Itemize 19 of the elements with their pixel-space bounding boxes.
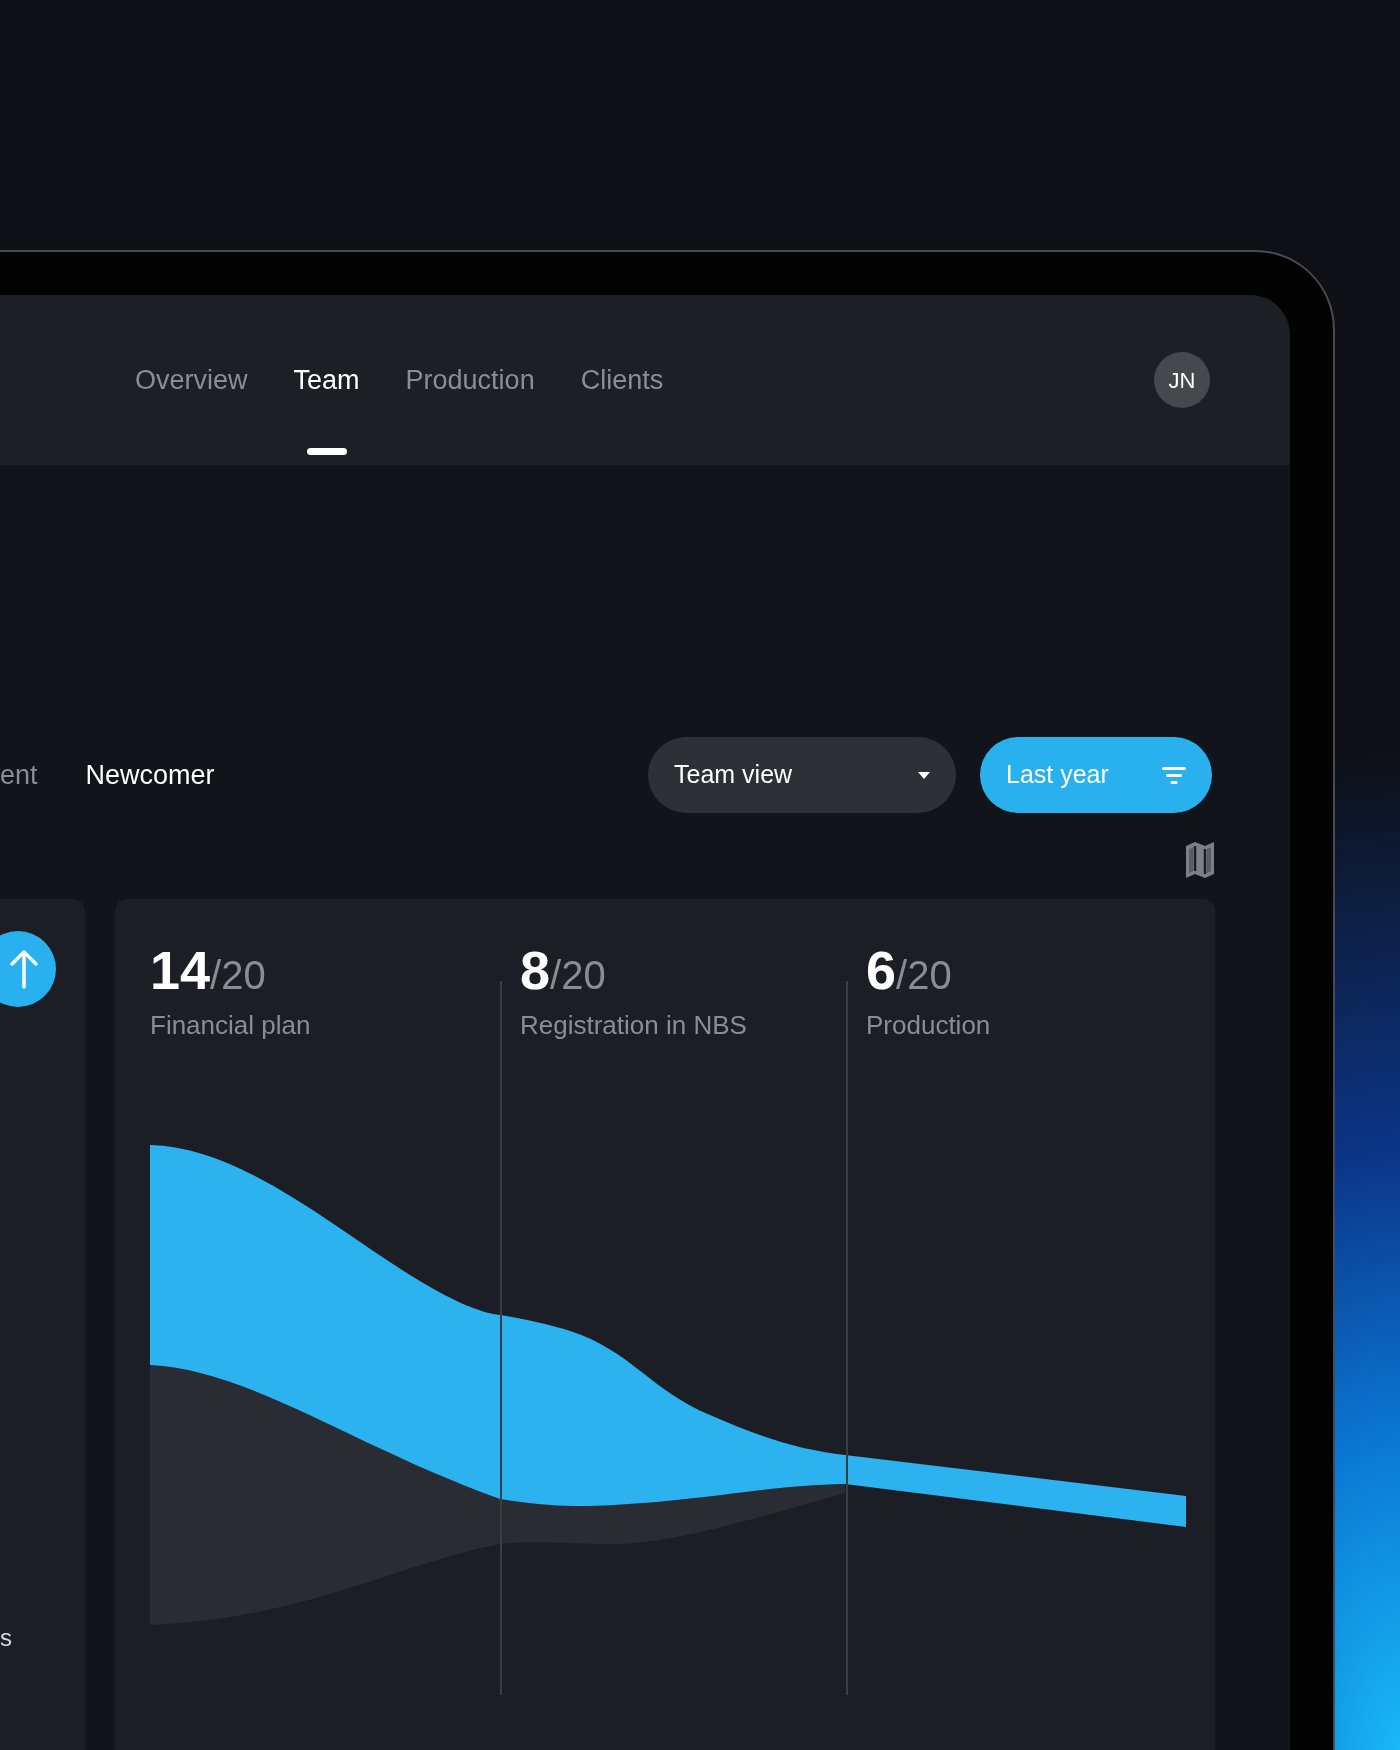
arrow-up-icon[interactable]: [0, 931, 56, 1007]
sub-tab[interactable]: ent: [0, 754, 38, 796]
nav-tab[interactable]: Overview: [135, 295, 248, 465]
view-dropdown[interactable]: Team view: [648, 737, 956, 813]
stat-label: Registration in NBS: [520, 1009, 748, 1043]
stat-label: Production: [866, 1009, 992, 1043]
nav-tab[interactable]: Production: [405, 295, 535, 465]
stat-value: 8/20: [520, 941, 607, 1001]
filter-icon: [1162, 766, 1186, 784]
stat-value: 14/20: [150, 941, 267, 1001]
caret-down-icon: [918, 771, 930, 779]
nav-tab[interactable]: Clients: [580, 295, 664, 465]
map-icon[interactable]: [1185, 841, 1215, 879]
nav-tab[interactable]: Team: [293, 295, 360, 465]
stat-label: Financial plan: [150, 1009, 312, 1043]
sub-tab[interactable]: Newcomer: [85, 754, 215, 796]
side-card-text: s: [0, 1626, 12, 1650]
user-avatar[interactable]: JN: [1154, 352, 1210, 408]
stat-value: 6/20: [866, 941, 953, 1001]
